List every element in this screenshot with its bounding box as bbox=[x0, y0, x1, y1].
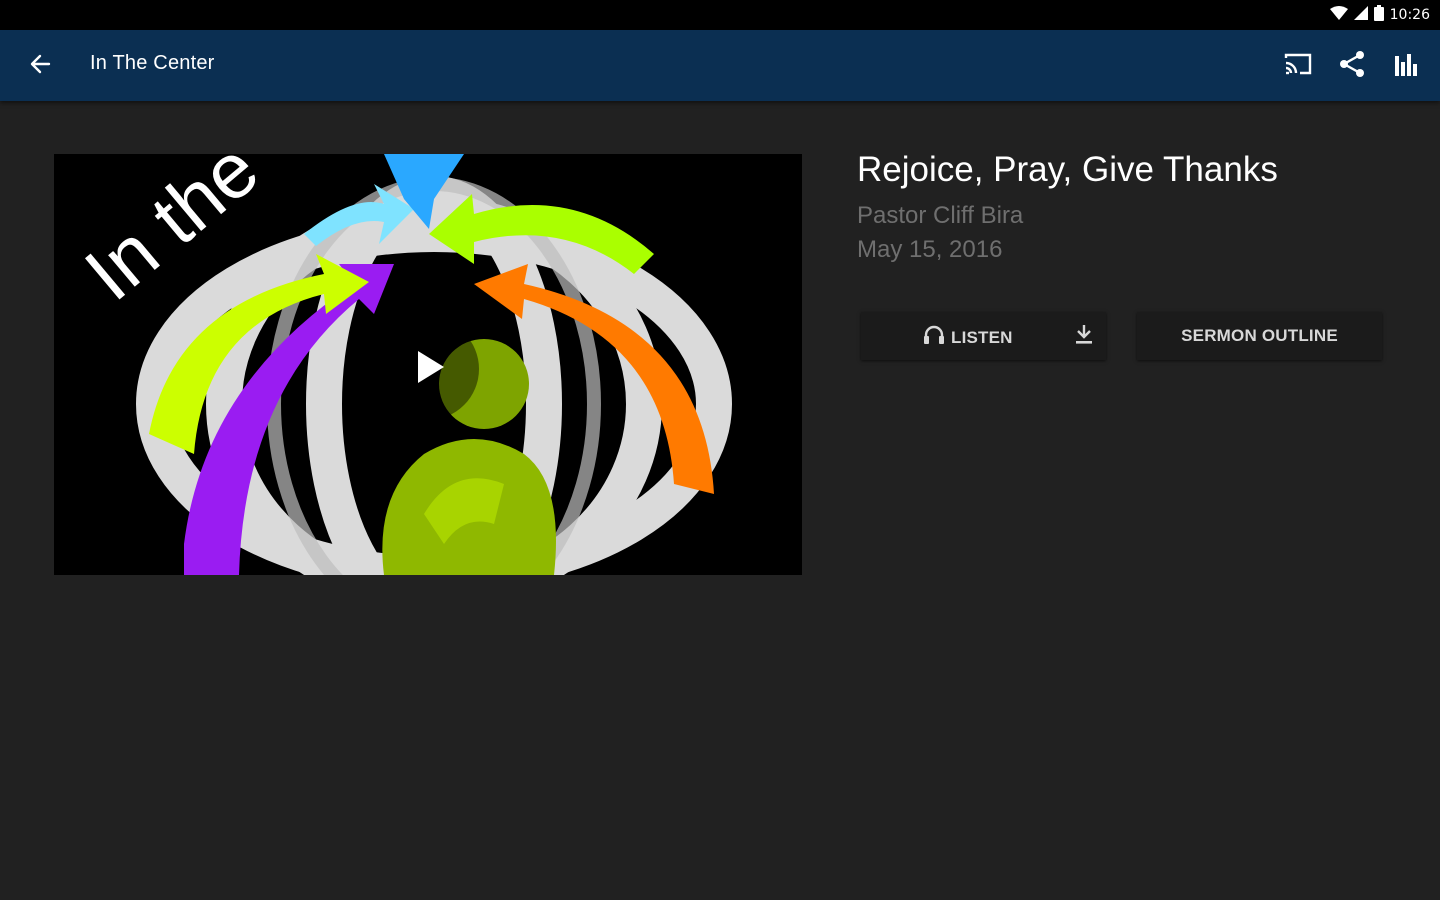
sermon-speaker: Pastor Cliff Bira bbox=[857, 202, 1024, 229]
listen-label: LISTEN bbox=[951, 327, 1013, 347]
app-bar-title: In The Center bbox=[90, 52, 215, 74]
sermon-outline-button[interactable]: SERMON OUTLINE bbox=[1137, 312, 1382, 360]
battery-icon bbox=[1373, 4, 1384, 26]
sermon-title: Rejoice, Pray, Give Thanks bbox=[857, 150, 1278, 189]
signal-icon bbox=[1353, 5, 1368, 25]
sermon-outline-label: SERMON OUTLINE bbox=[1181, 326, 1338, 345]
arrow-left-icon bbox=[29, 53, 51, 80]
equalizer-icon bbox=[1394, 52, 1418, 81]
download-button[interactable] bbox=[1072, 324, 1096, 348]
share-icon bbox=[1338, 50, 1366, 83]
play-icon bbox=[408, 347, 448, 392]
status-bar: 10:26 bbox=[0, 0, 1440, 30]
download-icon bbox=[1074, 323, 1094, 350]
sermon-date: May 15, 2016 bbox=[857, 236, 1003, 263]
app-bar-actions bbox=[1278, 44, 1426, 88]
stats-button[interactable] bbox=[1386, 46, 1426, 86]
status-time: 10:26 bbox=[1389, 7, 1430, 23]
listen-card: LISTEN bbox=[861, 312, 1106, 360]
cast-button[interactable] bbox=[1278, 46, 1318, 86]
share-button[interactable] bbox=[1332, 46, 1372, 86]
listen-button[interactable]: LISTEN bbox=[923, 324, 1013, 351]
play-button[interactable] bbox=[377, 318, 479, 420]
back-button[interactable] bbox=[22, 48, 58, 84]
app-bar: In The Center bbox=[0, 30, 1440, 101]
headphones-icon bbox=[923, 324, 945, 351]
cast-icon bbox=[1284, 52, 1312, 81]
wifi-icon bbox=[1329, 5, 1348, 25]
